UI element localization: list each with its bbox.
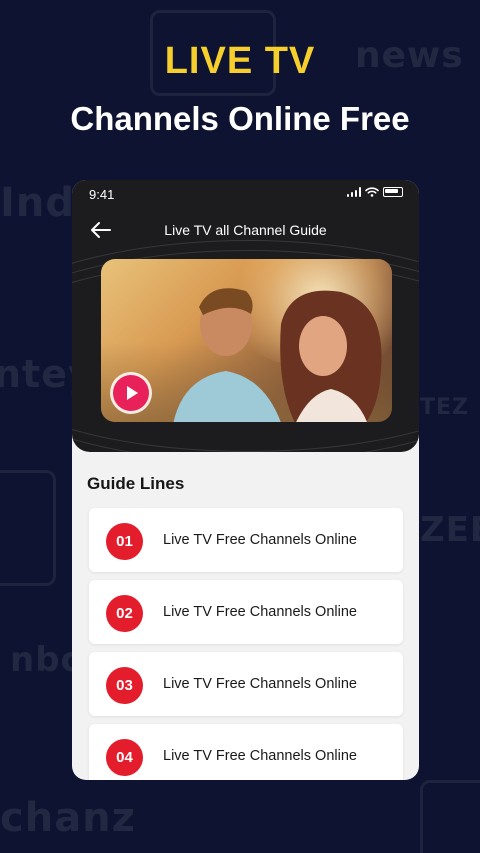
guide-item-label: Live TV Free Channels Online xyxy=(163,604,357,620)
guide-list-item[interactable]: 03 Live TV Free Channels Online xyxy=(89,652,403,716)
guide-lines-heading: Guide Lines xyxy=(87,474,185,493)
guide-number-badge: 04 xyxy=(106,739,143,776)
guide-item-label: Live TV Free Channels Online xyxy=(163,676,357,692)
status-time: 9:41 xyxy=(89,187,115,202)
guide-item-label: Live TV Free Channels Online xyxy=(163,532,357,548)
background-logo-chanz: chanz xyxy=(0,795,136,841)
banner-title: LIVE TV xyxy=(164,40,316,82)
guide-number-badge: 01 xyxy=(106,523,143,560)
guide-number-badge: 03 xyxy=(106,667,143,704)
app-header: 9:41 Live TV all Channel Guide xyxy=(72,180,419,452)
battery-icon xyxy=(383,187,403,197)
guide-list: 01 Live TV Free Channels Online 02 Live … xyxy=(89,508,403,780)
play-icon[interactable] xyxy=(113,375,149,411)
background-logo-tez: TEZ xyxy=(420,395,469,420)
banner-subtitle: Channels Online Free xyxy=(70,100,410,137)
background-logo-nbc: nbc xyxy=(10,640,82,680)
background-logo-zee: ZEE xyxy=(420,510,480,550)
background-frame xyxy=(0,470,56,586)
guide-item-label: Live TV Free Channels Online xyxy=(163,748,357,764)
signal-icon xyxy=(346,187,361,197)
guide-list-item[interactable]: 01 Live TV Free Channels Online xyxy=(89,508,403,572)
video-thumbnail-figure-woman xyxy=(280,290,382,422)
background-frame xyxy=(420,780,480,853)
guide-list-item[interactable]: 02 Live TV Free Channels Online xyxy=(89,580,403,644)
phone-mockup: 9:41 Live TV all Channel Guide Guide Lin… xyxy=(72,180,419,780)
page-title: Live TV all Channel Guide xyxy=(164,222,327,238)
video-player[interactable] xyxy=(101,259,392,422)
guide-list-item[interactable]: 04 Live TV Free Channels Online xyxy=(89,724,403,780)
wifi-icon xyxy=(365,187,379,197)
status-icons xyxy=(346,187,403,197)
guide-number-badge: 02 xyxy=(106,595,143,632)
